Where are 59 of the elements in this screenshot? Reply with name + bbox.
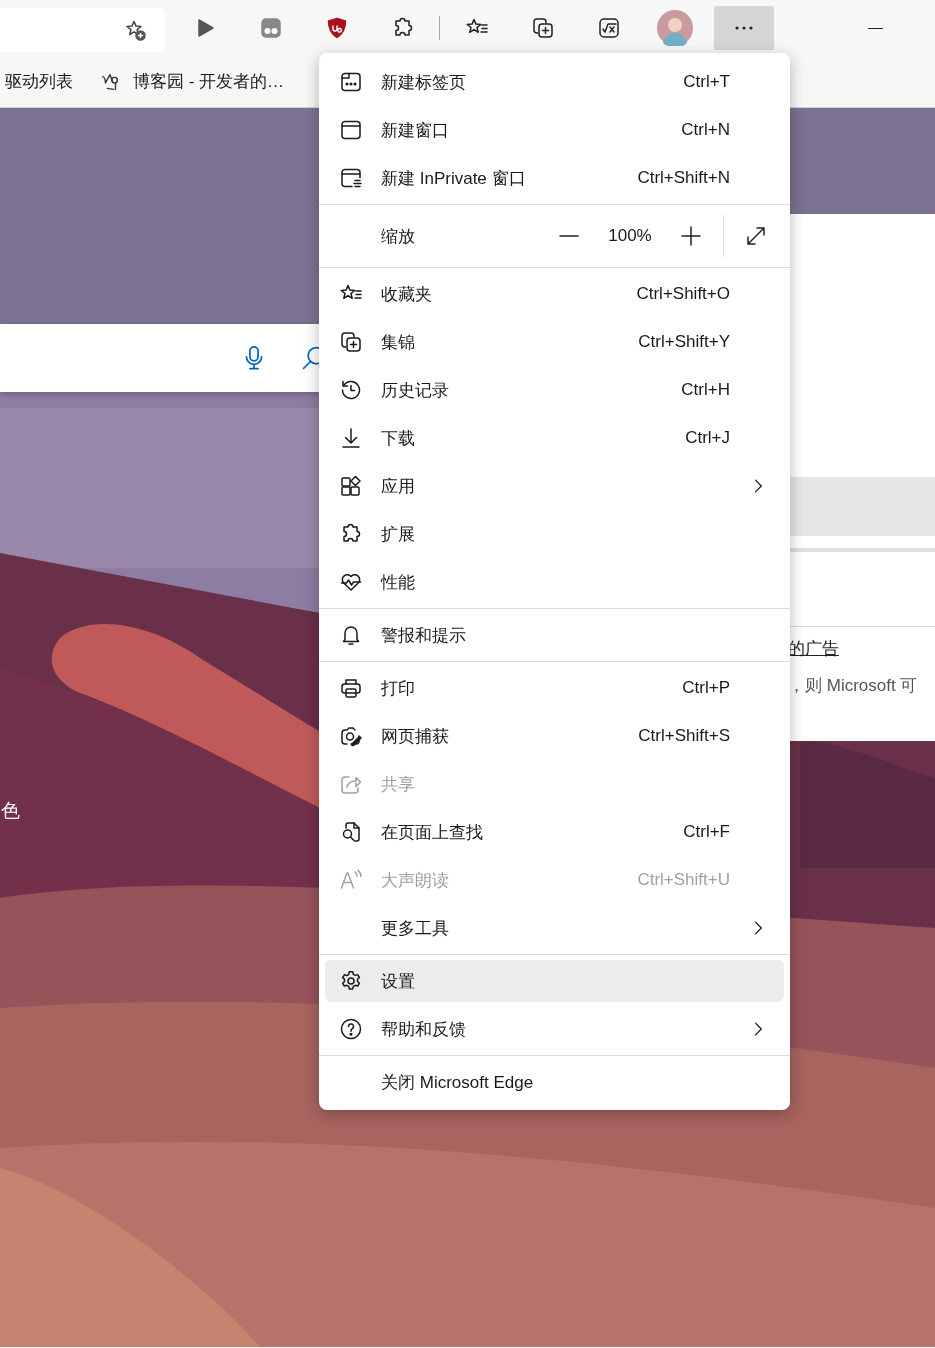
menu-item[interactable]: 新建 InPrivate 窗口 Ctrl+Shift+N bbox=[319, 154, 790, 202]
history-icon bbox=[339, 378, 363, 402]
keyboard-shortcut: Ctrl+Shift+U bbox=[637, 870, 730, 890]
menu-item[interactable]: 收藏夹 Ctrl+Shift+O bbox=[319, 270, 790, 318]
shield-icon bbox=[325, 16, 349, 40]
bookmark-link[interactable]: 博客园 - 开发者的… bbox=[99, 70, 285, 93]
keyboard-shortcut: Ctrl+Shift+S bbox=[638, 726, 730, 746]
menu-item[interactable]: 集锦 Ctrl+Shift+Y bbox=[319, 318, 790, 366]
keyboard-shortcut: Ctrl+H bbox=[681, 380, 730, 400]
keyboard-shortcut: Ctrl+Shift+O bbox=[636, 284, 730, 304]
menu-item[interactable]: 新建标签页 Ctrl+T bbox=[319, 58, 790, 106]
avatar-icon bbox=[657, 10, 693, 46]
menu-item[interactable]: 性能 bbox=[319, 558, 790, 606]
address-field[interactable] bbox=[0, 8, 165, 52]
apps-icon bbox=[339, 474, 363, 498]
menu-item[interactable]: 网页捕获 Ctrl+Shift+S bbox=[319, 712, 790, 760]
panel-text: ，则 Microsoft 可 bbox=[788, 675, 919, 697]
keyboard-shortcut: Ctrl+Shift+Y bbox=[638, 332, 730, 352]
keyboard-shortcut: Ctrl+J bbox=[685, 428, 730, 448]
read-aloud-icon bbox=[339, 868, 363, 892]
menu-item[interactable]: 更多工具 bbox=[319, 904, 790, 952]
collections-icon bbox=[531, 16, 555, 40]
background-caption: 色 bbox=[1, 799, 20, 823]
print-icon bbox=[339, 676, 363, 700]
settings-icon bbox=[339, 969, 363, 993]
menu-item[interactable]: 下载 Ctrl+J bbox=[319, 414, 790, 462]
menu-item[interactable]: 设置 bbox=[325, 960, 784, 1002]
menu-item[interactable]: 警报和提示 bbox=[319, 611, 790, 659]
collections-icon bbox=[339, 330, 363, 354]
help-icon bbox=[339, 1017, 363, 1041]
menu-item[interactable]: 应用 bbox=[319, 462, 790, 510]
menu-item[interactable]: 关闭 Microsoft Edge bbox=[319, 1058, 790, 1106]
keyboard-shortcut: Ctrl+T bbox=[683, 72, 730, 92]
bookmark-link[interactable]: 驱动列表 bbox=[5, 70, 73, 93]
plus-icon bbox=[679, 224, 703, 248]
menu-item[interactable]: 在页面上查找 Ctrl+F bbox=[319, 808, 790, 856]
keyboard-shortcut: Ctrl+N bbox=[681, 120, 730, 140]
zoom-value: 100% bbox=[607, 226, 653, 246]
minus-icon bbox=[559, 235, 579, 237]
formula-icon bbox=[597, 16, 621, 40]
expand-icon bbox=[744, 224, 768, 248]
circles-icon bbox=[259, 16, 283, 40]
private-window-icon bbox=[339, 166, 363, 190]
download-icon bbox=[339, 426, 363, 450]
minimize-icon bbox=[867, 27, 883, 29]
tab-page-icon bbox=[339, 70, 363, 94]
zoom-label: 缩放 bbox=[381, 225, 416, 248]
more-icon bbox=[735, 26, 753, 30]
add-favorite-icon bbox=[123, 18, 147, 42]
keyboard-shortcut: Ctrl+F bbox=[683, 822, 730, 842]
menu-item[interactable]: 打印 Ctrl+P bbox=[319, 664, 790, 712]
window-icon bbox=[339, 118, 363, 142]
menu-item[interactable]: 帮助和反馈 bbox=[319, 1005, 790, 1053]
menu-item[interactable]: 新建窗口 Ctrl+N bbox=[319, 106, 790, 154]
menu-item[interactable]: 扩展 bbox=[319, 510, 790, 558]
camera-pen-icon bbox=[339, 724, 363, 748]
keyboard-shortcut: Ctrl+P bbox=[682, 678, 730, 698]
menu-item[interactable]: 历史记录 Ctrl+H bbox=[319, 366, 790, 414]
keyboard-shortcut: Ctrl+Shift+N bbox=[637, 168, 730, 188]
